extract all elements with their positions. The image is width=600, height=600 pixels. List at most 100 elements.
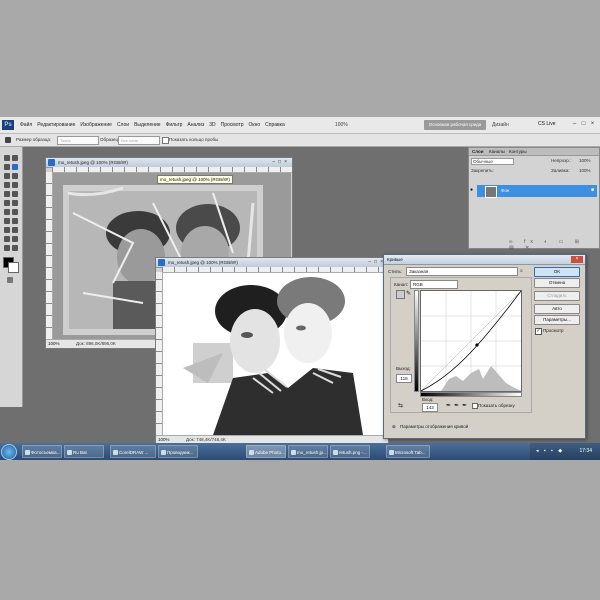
tray-icons[interactable]: ◂ ▪ ▪ ◆ [536,448,564,454]
menu-image[interactable]: Изображение [80,122,112,128]
channel-select[interactable]: RGB [410,280,458,289]
eraser-tool-icon[interactable] [4,200,10,206]
layer-row-background[interactable]: Фон ■ [477,185,597,198]
preset-menu-icon[interactable]: ≡ [520,268,523,273]
document-size-info[interactable]: Док: 896,0K/896,0K [76,341,116,346]
menu-select[interactable]: Выделение [134,122,161,128]
move-tool-icon[interactable] [4,155,10,161]
lasso-tool-icon[interactable] [4,164,10,170]
smooth-button[interactable]: Сгладить [534,291,580,301]
pencil-tool-icon[interactable]: ✎ [406,290,413,297]
minimize-icon[interactable]: – [571,121,578,128]
marquee-tool-icon[interactable] [12,155,18,161]
menu-filter[interactable]: Фильтр [166,122,183,128]
show-ring-checkbox[interactable] [162,137,169,144]
taskbar-item-4[interactable]: Adobe Photo... [246,445,286,458]
blur-tool-icon[interactable] [4,209,10,215]
path-selection-tool-icon[interactable] [4,227,10,233]
preview-checkbox[interactable]: ✓ [535,328,542,335]
menu-analysis[interactable]: Анализ [187,122,204,128]
dialog-titlebar[interactable]: Кривые × [384,255,585,265]
zoom-field[interactable]: 100% [48,341,60,346]
taskbar-item-1[interactable]: Ru Bat [64,445,104,458]
cancel-button[interactable]: Отмена [534,278,580,288]
clone-stamp-tool-icon[interactable] [4,191,10,197]
menu-file[interactable]: Файл [20,122,32,128]
options-button[interactable]: Параметры... [534,315,580,325]
menu-layers[interactable]: Слои [117,122,129,128]
quick-selection-tool-icon[interactable] [12,164,18,170]
tab-channels[interactable]: Каналы [489,149,505,154]
3d-rotate-tool-icon[interactable] [4,236,10,242]
expand-options-icon[interactable]: ⊗ [392,424,396,430]
zoom-level[interactable]: 100% [335,122,348,128]
layer-actions-icons[interactable]: ∞ fx ◐ ▭ ⊞ ▤ ✕ [509,239,593,251]
curve-graph[interactable] [420,290,522,392]
fill-field[interactable]: 100% [579,168,591,173]
zoom-tool-icon[interactable] [12,245,18,251]
document-title: mo_retush.jpeg @ 100% (RGB/8#) [58,160,128,165]
blend-mode-select[interactable]: Обычные [471,158,514,165]
design-workspace-link[interactable]: Дизайн [492,122,509,128]
document-window-retouched[interactable]: mo_retush.jpeg @ 100% (RGB/8#) –□× 100% … [155,257,389,445]
start-button-icon[interactable] [1,444,17,460]
crop-tool-icon[interactable] [4,173,10,179]
menu-help[interactable]: Справка [265,122,285,128]
opacity-field[interactable]: 100% [579,158,591,163]
healing-brush-tool-icon[interactable] [4,182,10,188]
layer-thumbnail [485,186,497,198]
quick-mask-icon[interactable] [7,277,13,283]
photo-canvas-retouched[interactable] [163,273,387,435]
menu-edit[interactable]: Редактирование [37,122,75,128]
menu-view[interactable]: Просмотр [221,122,244,128]
input-field[interactable]: 143 [422,403,438,412]
curve-point-tool-icon[interactable] [396,290,405,299]
target-adjust-icon[interactable]: ⇆ [398,402,403,409]
menu-window[interactable]: Окно [249,122,261,128]
cs-live-button[interactable]: CS Live [538,121,556,127]
sample-size-select[interactable]: Точка [57,136,99,145]
eyedropper-icon[interactable] [12,173,18,179]
close-icon[interactable]: × [589,121,596,128]
clock[interactable]: 17:34 [579,448,592,454]
taskbar-item-3[interactable]: Проводник... [158,445,198,458]
hand-tool-icon[interactable] [4,245,10,251]
auto-button[interactable]: Авто [534,304,580,314]
gray-eyedropper-icon[interactable]: ✒ [454,402,459,409]
dodge-tool-icon[interactable] [12,209,18,215]
sample-select[interactable]: Все слои [118,136,160,145]
type-tool-icon[interactable] [12,218,18,224]
black-eyedropper-icon[interactable]: ✒ [446,402,451,409]
pen-tool-icon[interactable] [4,218,10,224]
menu-3d[interactable]: 3D [209,122,215,128]
shape-tool-icon[interactable] [12,227,18,233]
ok-button[interactable]: OK [534,267,580,277]
document-size-info-front[interactable]: Док: 748,4K/748,4K [186,437,226,442]
taskbar-item-0[interactable]: Фотосъемка... [22,445,62,458]
brush-tool-icon[interactable] [12,182,18,188]
eyedropper-tool-icon[interactable] [5,137,11,143]
taskbar-item-7[interactable]: Microsoft Tab... [386,445,430,458]
taskbar-item-2[interactable]: CorelDRAW ... [110,445,156,458]
vertical-ruler[interactable] [46,172,53,340]
photoshop-logo-icon[interactable]: Ps [2,120,14,130]
zoom-field-front[interactable]: 100% [158,437,170,442]
eye-icon[interactable]: ● [470,188,476,193]
taskbar-item-6[interactable]: retush.png -... [330,445,370,458]
history-brush-tool-icon[interactable] [12,191,18,197]
gradient-tool-icon[interactable] [12,200,18,206]
background-color-swatch[interactable] [8,262,19,273]
3d-camera-tool-icon[interactable] [12,236,18,242]
workspace-button[interactable]: Основная рабочая среда [424,120,486,130]
preset-select[interactable]: Заказная [406,267,518,276]
window-buttons-icon[interactable]: –□× [272,159,290,165]
maximize-icon[interactable]: □ [580,121,587,128]
display-options-label[interactable]: Параметры отображения кривой [400,424,468,429]
dialog-close-icon[interactable]: × [571,256,583,263]
output-field[interactable]: 118 [396,374,412,383]
tab-paths[interactable]: Контуры [509,149,527,154]
white-eyedropper-icon[interactable]: ✒ [462,402,467,409]
tab-layers[interactable]: Слои [472,149,484,154]
vertical-ruler-front[interactable] [156,272,163,436]
taskbar-item-5[interactable]: mo_retush.jp... [288,445,328,458]
